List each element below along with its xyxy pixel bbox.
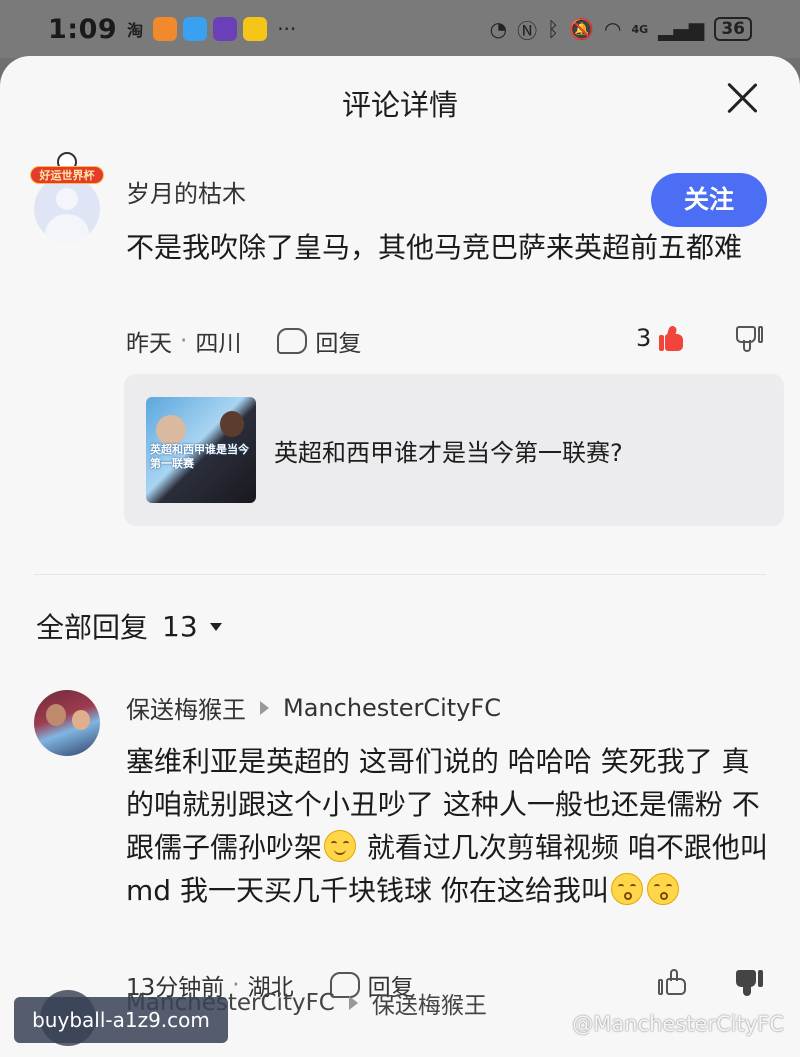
world-cup-badge: 好运世界杯 (30, 152, 104, 186)
replies-count: 13 (162, 609, 198, 643)
more-notifications-icon: ··· (277, 17, 297, 41)
divider (34, 574, 766, 575)
reply-username[interactable]: 保送梅猴王 (126, 690, 246, 725)
game-app-icon (213, 17, 238, 41)
reply-header: 保送梅猴王 ManchesterCityFC (126, 690, 501, 725)
comment-meta: 昨天 · 四川 回复 (126, 324, 361, 358)
thumbs-down-icon[interactable] (736, 326, 764, 354)
watermark-right: @ManchesterCityFC (572, 1012, 784, 1036)
network-type: 4G (631, 22, 649, 36)
like-count: 3 (636, 324, 652, 352)
follow-button[interactable]: 关注 (651, 173, 767, 227)
meta-separator: · (180, 328, 188, 354)
shush-emoji-icon (610, 873, 643, 905)
next-reply-to-username[interactable]: 保送梅猴王 (372, 986, 487, 1020)
shush-emoji-icon (646, 873, 679, 905)
avatar[interactable] (34, 690, 100, 756)
status-time: 1:09 (48, 13, 118, 45)
close-icon[interactable] (724, 80, 760, 116)
reply-icon[interactable] (277, 328, 308, 354)
like-button[interactable]: 3 (636, 324, 684, 352)
badge-label: 好运世界杯 (30, 166, 104, 184)
app-orange-icon (153, 17, 178, 41)
status-bar: 1:09 淘 ··· ◔ Ⓝ ᛒ 🔕 ◠ 4G ▂▄▆ 36 (0, 0, 800, 58)
topic-card[interactable]: 英超和西甲谁是当今第一联赛 英超和西甲谁才是当今第一联赛? (124, 374, 784, 526)
bluetooth-icon: ᛒ (547, 17, 560, 41)
status-app-icons: 淘 ··· (127, 17, 296, 41)
comment-detail-sheet: 评论详情 好运世界杯 岁月的枯木 关注 不是我吹除了皇马，其他马竞巴萨来英超前五… (0, 56, 800, 1057)
thumbs-up-icon[interactable] (657, 325, 684, 351)
reply-content: 塞维利亚是英超的 这哥们说的 哈哈哈 笑死我了 真的咱就别跟这个小丑吵了 这种人… (126, 740, 776, 912)
status-indicators: ◔ Ⓝ ᛒ 🔕 ◠ 4G ▂▄▆ 36 (490, 15, 752, 44)
comment-location: 四川 (195, 331, 242, 357)
caret-down-icon[interactable] (209, 623, 222, 631)
all-replies-sort[interactable]: 全部回复 13 (36, 606, 222, 646)
mute-bell-icon: 🔕 (569, 17, 595, 41)
reply-to-arrow-icon (260, 700, 269, 715)
battery-indicator: 36 (714, 17, 752, 41)
app-yellow-icon (243, 17, 268, 41)
topic-thumbnail: 英超和西甲谁是当今第一联赛 (146, 397, 256, 503)
reply-to-username[interactable]: ManchesterCityFC (283, 694, 501, 722)
data-speed-icon: ◔ (489, 17, 508, 41)
comment-time: 昨天 (126, 331, 172, 357)
sheet-title: 评论详情 (341, 88, 458, 122)
topic-title: 英超和西甲谁才是当今第一联赛? (274, 438, 623, 467)
watermark-left: buyball-a1z9.com (14, 997, 228, 1043)
cloud-app-icon (183, 17, 208, 41)
topic-thumbnail-text: 英超和西甲谁是当今第一联赛 (150, 443, 249, 470)
taobao-icon: 淘 (127, 21, 144, 40)
thumbs-down-icon[interactable] (736, 970, 764, 998)
wifi-icon: ◠ (604, 17, 622, 41)
all-replies-label: 全部回复 (36, 611, 149, 644)
reply-to-arrow-icon (348, 996, 358, 1010)
nfc-icon: Ⓝ (517, 18, 538, 43)
thumbs-up-icon[interactable] (658, 968, 688, 998)
reply-button[interactable]: 回复 (315, 324, 361, 358)
comment-username[interactable]: 岁月的枯木 (126, 174, 246, 209)
signal-icon: ▂▄▆ (658, 17, 705, 41)
grin-emoji-icon (324, 830, 357, 862)
comment-content: 不是我吹除了皇马，其他马竞巴萨来英超前五都难 (126, 231, 743, 264)
